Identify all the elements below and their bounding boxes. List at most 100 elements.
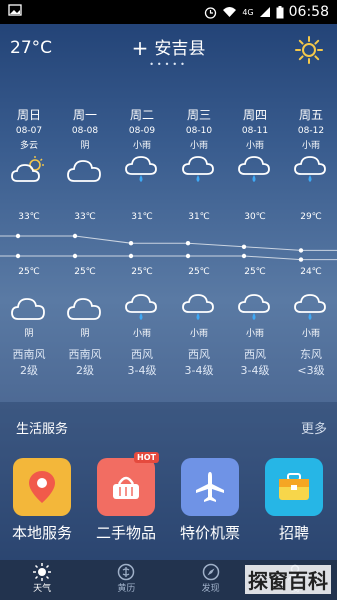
high-temp-point xyxy=(241,244,247,249)
gallery-icon xyxy=(8,4,22,20)
high-temp-label: 30℃ xyxy=(244,212,266,222)
add-city-icon[interactable]: + xyxy=(132,36,149,60)
low-temp-point xyxy=(72,253,78,259)
low-temp-label: 25℃ xyxy=(244,267,266,277)
rain-icon xyxy=(237,293,273,323)
high-temp-label: 31℃ xyxy=(188,212,210,222)
nav-almanac[interactable]: 黄历 xyxy=(84,560,168,600)
service-label: 招聘 xyxy=(278,524,309,542)
service-local[interactable]: 本地服务 xyxy=(2,458,82,543)
wind-level: 3-4级 xyxy=(184,364,214,377)
wind-direction: 西风 xyxy=(188,348,210,361)
day-date: 08-10 xyxy=(185,126,213,136)
rain-icon xyxy=(293,293,329,323)
nav-weather[interactable]: 天气 xyxy=(0,560,84,600)
day-name: 周三 xyxy=(186,108,211,122)
services-more-link[interactable]: 更多 xyxy=(301,418,327,437)
watermark: 探窗百科 xyxy=(245,565,331,594)
cloud-icon xyxy=(11,293,47,323)
service-label: 特价机票 xyxy=(179,524,240,542)
nav-label: 黄历 xyxy=(117,584,136,594)
night-condition: 小雨 xyxy=(301,329,320,339)
day-name: 周五 xyxy=(298,108,323,122)
rain-icon xyxy=(124,155,160,185)
nav-label: 天气 xyxy=(33,584,52,594)
low-temp-label: 25℃ xyxy=(188,267,210,277)
day-name: 周四 xyxy=(242,108,267,122)
cloud-icon xyxy=(67,155,103,185)
wind-direction: 西南风 xyxy=(12,348,46,361)
forecast-day: 周二 08-09 小雨 31℃ 25℃ 小雨 西风 3-4级 xyxy=(114,100,170,377)
day-date: 08-07 xyxy=(15,126,43,136)
day-condition: 多云 xyxy=(19,141,38,151)
cloud-icon xyxy=(67,293,103,323)
status-bar: 4G 06:58 xyxy=(0,0,337,24)
day-date: 08-08 xyxy=(71,126,99,136)
day-condition: 阴 xyxy=(80,141,90,151)
day-condition: 小雨 xyxy=(189,141,208,151)
wifi-icon xyxy=(222,6,237,18)
partly-cloudy-icon xyxy=(11,155,47,185)
city-name: 安吉县 xyxy=(154,39,206,59)
wind-direction: 西风 xyxy=(131,348,153,361)
clock: 06:58 xyxy=(288,4,329,20)
high-temp-point xyxy=(15,233,21,239)
forecast-day: 周一 08-08 阴 33℃ 25℃ 阴西南风 2级 xyxy=(57,100,113,377)
day-condition: 小雨 xyxy=(245,141,264,151)
wind-level: <3级 xyxy=(297,364,325,377)
rain-icon xyxy=(124,293,160,323)
rain-icon xyxy=(181,293,217,323)
low-temp-label: 25℃ xyxy=(74,267,96,277)
service-label: 本地服务 xyxy=(11,524,72,542)
life-services-panel: 生活服务 更多 本地服务 HOT 二手物品 特价机票 招聘 xyxy=(0,402,337,560)
header: 27°C + 安吉县 ••••• xyxy=(0,24,337,76)
forecast-day: 周日 08-07 多云 33℃ 25℃ 阴西南风 2级 xyxy=(1,100,57,377)
briefcase-icon xyxy=(265,458,323,516)
day-name: 周二 xyxy=(129,108,154,122)
low-temp-point xyxy=(185,253,191,259)
night-condition: 小雨 xyxy=(132,329,151,339)
forecast-day: 周三 08-10 小雨 31℃ 25℃ 小雨西风 3-4级 xyxy=(171,100,227,377)
forecast-day: 周四 08-11 小雨 30℃ 25℃ 小雨 西风 3-4级 xyxy=(227,100,283,377)
low-temp-point xyxy=(241,253,247,259)
alarm-icon xyxy=(204,6,217,19)
hot-badge: HOT xyxy=(134,452,159,463)
basket-icon: HOT xyxy=(97,452,159,516)
low-temp-point xyxy=(298,257,304,262)
almanac-icon xyxy=(84,563,168,581)
wind-level: 3-4级 xyxy=(127,364,157,377)
city-selector[interactable]: + 安吉县 xyxy=(0,34,337,60)
high-temp-point xyxy=(185,241,191,246)
sun-icon[interactable] xyxy=(295,36,323,64)
page-indicator: ••••• xyxy=(149,60,188,69)
high-temp-label: 29℃ xyxy=(300,212,322,222)
network-type: 4G xyxy=(242,7,254,17)
night-condition: 阴 xyxy=(24,329,34,339)
wind-direction: 西南风 xyxy=(68,348,102,361)
day-condition: 小雨 xyxy=(132,141,151,151)
forecast-day: 周五 08-12 小雨 29℃ 24℃ 小雨 东风 <3级 xyxy=(283,100,337,377)
service-jobs[interactable]: 招聘 xyxy=(254,458,334,543)
signal-icon xyxy=(259,6,271,18)
airplane-icon xyxy=(181,458,239,516)
wind-level: 2级 xyxy=(76,364,94,377)
high-temp-label: 31℃ xyxy=(131,212,153,222)
service-secondhand[interactable]: HOT 二手物品 xyxy=(86,452,166,543)
day-name: 周一 xyxy=(72,108,97,122)
night-condition: 小雨 xyxy=(189,329,208,339)
services-title: 生活服务 xyxy=(16,422,69,437)
day-name: 周日 xyxy=(16,108,41,122)
wind-direction: 西风 xyxy=(244,348,266,361)
day-date: 08-11 xyxy=(241,126,269,136)
day-date: 08-12 xyxy=(297,126,325,136)
service-flights[interactable]: 特价机票 xyxy=(170,458,250,543)
high-temp-label: 33℃ xyxy=(74,212,96,222)
high-temp-point xyxy=(128,241,134,246)
low-temp-label: 25℃ xyxy=(18,267,40,277)
battery-icon xyxy=(276,5,284,19)
rain-icon xyxy=(293,155,329,185)
night-condition: 阴 xyxy=(80,329,90,339)
wind-level: 2级 xyxy=(20,364,38,377)
night-condition: 小雨 xyxy=(245,329,264,339)
nav-discover[interactable]: 发现 xyxy=(169,560,253,600)
